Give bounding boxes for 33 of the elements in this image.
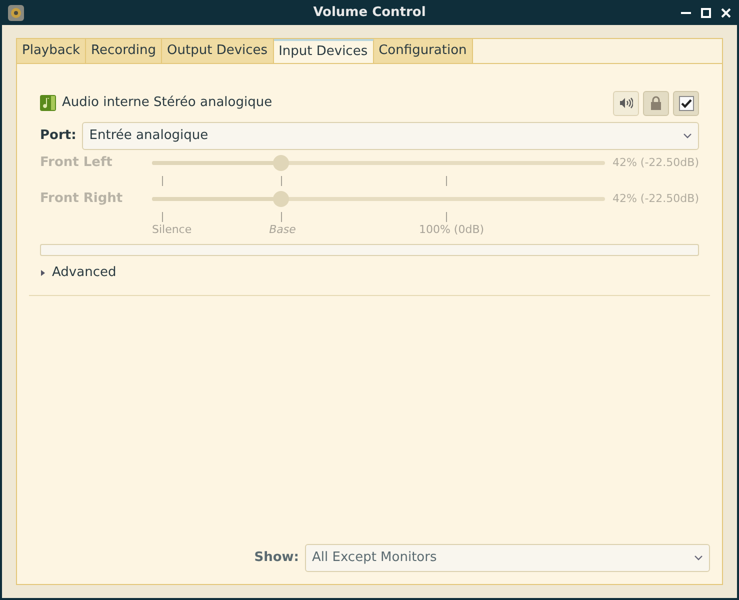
tab[interactable]: Recording — [86, 39, 162, 63]
tab[interactable]: Input Devices — [274, 39, 374, 63]
scale-label: Base — [269, 222, 296, 238]
device-name: Audio interne Stéréo analogique — [62, 94, 272, 112]
speaker-icon — [619, 97, 633, 109]
app-icon — [8, 4, 24, 20]
checkbox[interactable] — [678, 96, 694, 110]
volume-reading: 42% (-22.50dB) — [612, 154, 699, 171]
channel-label: Front Right — [40, 190, 124, 208]
mute-toggle[interactable] — [613, 90, 639, 116]
expander-arrow-icon — [40, 269, 46, 277]
show-dropdown[interactable]: All Except Monitors — [305, 544, 710, 572]
scale-label: 100% (0dB) — [418, 222, 484, 238]
port-label: Port: — [40, 127, 76, 146]
lock-icon — [650, 96, 662, 110]
channel-label: Front Left — [40, 154, 114, 172]
scale-label: Silence — [152, 222, 192, 238]
window-title: Volume Control — [312, 4, 427, 22]
tab[interactable]: Output Devices — [162, 39, 274, 63]
tab[interactable]: Configuration — [374, 39, 473, 63]
volume-reading: 42% (-22.50dB) — [612, 190, 699, 207]
chevron-down-icon — [694, 555, 703, 561]
check-icon — [680, 98, 692, 108]
close-icon[interactable] — [721, 8, 731, 18]
maximize-icon[interactable] — [701, 8, 711, 18]
port-dropdown[interactable]: Entrée analogique — [82, 122, 699, 150]
tab[interactable]: Playback — [17, 39, 86, 63]
lock-toggle[interactable] — [643, 90, 669, 116]
chevron-down-icon — [683, 133, 692, 139]
default-toggle[interactable] — [673, 90, 699, 116]
show-label: Show: — [254, 549, 299, 568]
sound-card-icon — [40, 95, 56, 111]
advanced-expander[interactable]: Advanced — [40, 263, 699, 283]
